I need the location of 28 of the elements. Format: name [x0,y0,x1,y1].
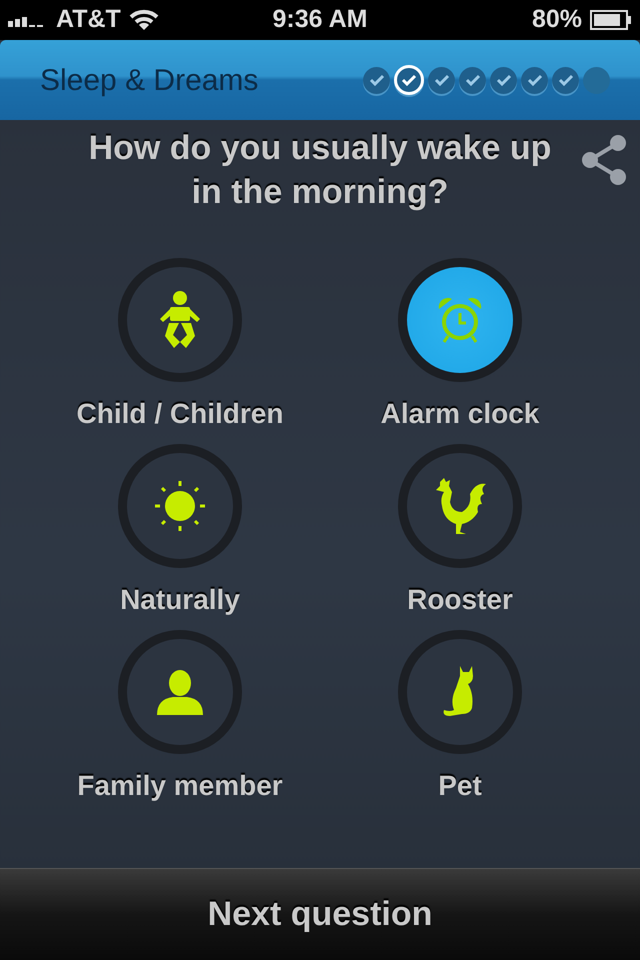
section-title: Sleep & Dreams [40,62,258,98]
check-icon [464,74,480,86]
check-icon [558,74,574,86]
answer-option[interactable]: Naturally [40,444,320,618]
option-label: Rooster [407,583,513,617]
check-icon [434,74,450,86]
carrier-name: AT&T [56,4,121,36]
option-label: Pet [438,769,482,803]
wifi-icon [128,9,159,31]
person-icon [155,669,205,715]
answer-option[interactable]: Family member [40,630,320,804]
check-icon [368,74,384,86]
battery-icon [590,10,632,30]
answer-option[interactable]: Alarm clock [320,258,600,432]
clock-time: 9:36 AM [272,5,368,34]
option-label: Child / Children [76,397,284,431]
answer-option[interactable]: Child / Children [40,258,320,432]
check-icon [496,74,512,86]
sun-icon [153,479,207,533]
answer-option[interactable]: Pet [320,630,600,804]
check-icon [526,74,542,86]
option-label: Family member [77,769,283,803]
option-label: Alarm clock [380,397,540,431]
question-text: How do you usually wake up in the morning? [88,128,552,213]
check-icon [401,74,417,86]
answer-option[interactable]: Rooster [320,444,600,618]
option-label: Naturally [120,583,240,617]
battery-percent: 80% [532,4,582,36]
